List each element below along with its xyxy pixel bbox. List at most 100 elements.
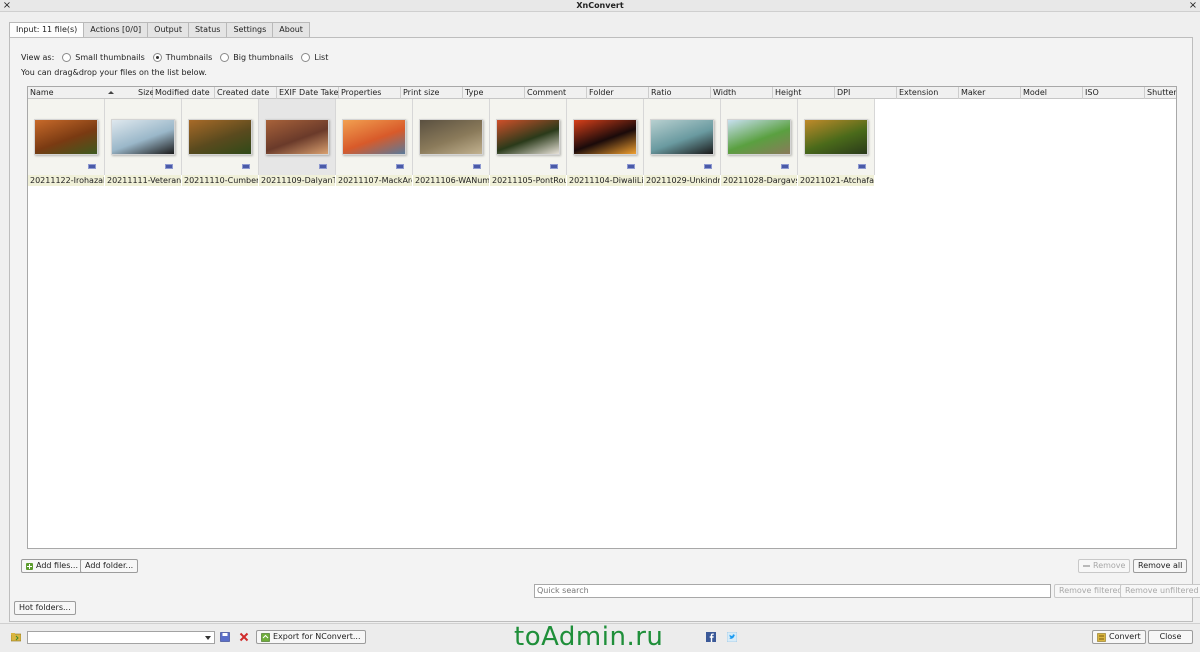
column-header[interactable]: EXIF Date Taken: [277, 87, 339, 99]
column-header[interactable]: Maker: [959, 87, 1021, 99]
file-thumbnail-item[interactable]: 20211105-PontRou...: [490, 99, 567, 186]
image-thumbnail: [727, 119, 791, 155]
drag-drop-hint: You can drag&drop your files on the list…: [21, 68, 207, 77]
add-files-button[interactable]: Add files...: [21, 559, 84, 573]
file-format-icon: [627, 164, 635, 169]
radio-icon[interactable]: [301, 53, 311, 62]
delete-icon[interactable]: [239, 632, 249, 642]
facebook-icon[interactable]: [706, 632, 716, 642]
tab-output[interactable]: Output: [147, 22, 189, 37]
file-thumbnail-item[interactable]: 20211107-MackArc...: [336, 99, 413, 186]
column-header[interactable]: Properties: [339, 87, 401, 99]
file-format-icon: [550, 164, 558, 169]
remove-filtered-button[interactable]: Remove filtered: [1054, 584, 1128, 598]
file-thumbnail-item[interactable]: 20211111-Veterans...: [105, 99, 182, 186]
column-header[interactable]: Model: [1021, 87, 1083, 99]
file-name: 20211106-WANum...: [413, 175, 489, 186]
tab-status[interactable]: Status: [187, 22, 228, 37]
title-bar: × XnConvert ×: [0, 0, 1200, 12]
view-option-small-thumbnails[interactable]: Small thumbnails: [62, 53, 145, 62]
column-header[interactable]: Ratio: [649, 87, 711, 99]
column-header[interactable]: Created date: [215, 87, 277, 99]
export-nconvert-button[interactable]: Export for NConvert...: [256, 630, 366, 644]
file-name: 20211109-DalyanT...: [259, 175, 335, 186]
file-format-icon: [396, 164, 404, 169]
file-thumbnail-item[interactable]: 20211110-Cumberl...: [182, 99, 259, 186]
file-thumbnail-item[interactable]: 20211028-Dargavs...: [721, 99, 798, 186]
add-icon: [26, 562, 33, 570]
column-header[interactable]: Size: [136, 87, 153, 99]
radio-checked-icon[interactable]: [152, 53, 162, 62]
file-format-icon: [858, 164, 866, 169]
radio-icon[interactable]: [220, 53, 230, 62]
file-name: 20211122-Irohazak...: [28, 175, 104, 186]
view-option-label: List: [314, 53, 329, 62]
file-name: 20211110-Cumberl...: [182, 175, 258, 186]
column-header[interactable]: DPI: [835, 87, 897, 99]
column-header[interactable]: Name: [28, 87, 153, 99]
view-option-list[interactable]: List: [301, 53, 328, 62]
quick-search-input[interactable]: Quick search: [534, 584, 1051, 598]
column-header[interactable]: Folder: [587, 87, 649, 99]
twitter-icon[interactable]: [727, 632, 737, 642]
preset-select[interactable]: [27, 631, 215, 644]
remove-all-button[interactable]: Remove all: [1133, 559, 1188, 573]
close-button[interactable]: Close: [1148, 630, 1193, 644]
image-thumbnail: [804, 119, 868, 155]
view-as-row: View as: Small thumbnails Thumbnails Big…: [21, 53, 328, 62]
minus-icon: [1083, 565, 1090, 567]
column-header[interactable]: Type: [463, 87, 525, 99]
column-header[interactable]: ISO: [1083, 87, 1145, 99]
file-format-icon: [88, 164, 96, 169]
tab-input[interactable]: Input: 11 file(s): [9, 22, 85, 38]
input-panel: View as: Small thumbnails Thumbnails Big…: [9, 37, 1200, 622]
window-title: XnConvert: [576, 1, 624, 10]
file-thumbnail-item[interactable]: 20211029-Unkindn...: [644, 99, 721, 186]
tab-settings[interactable]: Settings: [226, 22, 274, 37]
save-icon[interactable]: [220, 632, 230, 642]
column-header[interactable]: Modified date: [153, 87, 215, 99]
file-format-icon: [319, 164, 327, 169]
open-folder-icon[interactable]: [11, 632, 21, 642]
chevron-down-icon[interactable]: [205, 636, 211, 640]
image-thumbnail: [111, 119, 175, 155]
file-thumbnail-item[interactable]: 20211109-DalyanT...: [259, 99, 336, 186]
view-option-label: Thumbnails: [165, 53, 213, 62]
file-thumbnail-item[interactable]: 20211021-Atchafal...: [798, 99, 875, 186]
view-as-label: View as:: [21, 53, 55, 62]
column-header[interactable]: Extension: [897, 87, 959, 99]
file-format-icon: [781, 164, 789, 169]
file-list[interactable]: Name Size Modified date Created date EXIF Da…: [27, 86, 1177, 549]
file-thumbnail-item[interactable]: 20211122-Irohazak...: [28, 99, 105, 186]
add-folder-button[interactable]: Add folder...: [80, 559, 139, 573]
tab-actions[interactable]: Actions [0/0]: [83, 22, 149, 37]
image-thumbnail: [188, 119, 252, 155]
column-header[interactable]: Comment: [525, 87, 587, 99]
remove-unfiltered-button[interactable]: Remove unfiltered: [1120, 584, 1200, 598]
view-option-thumbnails[interactable]: Thumbnails: [152, 53, 213, 62]
column-header[interactable]: Print size: [401, 87, 463, 99]
file-format-icon: [473, 164, 481, 169]
close-icon[interactable]: ×: [1187, 0, 1199, 11]
tab-about[interactable]: About: [272, 22, 310, 37]
convert-button[interactable]: Convert: [1092, 630, 1146, 644]
hot-folders-button[interactable]: Hot folders...: [14, 601, 76, 615]
remove-label: Remove: [1093, 561, 1126, 570]
file-thumbnail-item[interactable]: 20211106-WANum...: [413, 99, 490, 186]
radio-icon[interactable]: [62, 53, 72, 62]
column-header[interactable]: Height: [773, 87, 835, 99]
tab-bar: Input: 11 file(s) Actions [0/0] Output S…: [9, 22, 310, 38]
view-option-big-thumbnails[interactable]: Big thumbnails: [220, 53, 293, 62]
column-header[interactable]: Width: [711, 87, 773, 99]
add-files-label: Add files...: [36, 561, 79, 570]
convert-icon: [1097, 632, 1106, 642]
file-format-icon: [165, 164, 173, 169]
image-thumbnail: [34, 119, 98, 155]
file-name: 20211029-Unkindn...: [644, 175, 720, 186]
remove-button[interactable]: Remove: [1078, 559, 1131, 573]
file-name: 20211104-DiwaliLi...: [567, 175, 643, 186]
file-format-icon: [242, 164, 250, 169]
column-header[interactable]: Shutter: [1145, 87, 1176, 99]
file-thumbnail-item[interactable]: 20211104-DiwaliLi...: [567, 99, 644, 186]
file-name: 20211105-PontRou...: [490, 175, 566, 186]
